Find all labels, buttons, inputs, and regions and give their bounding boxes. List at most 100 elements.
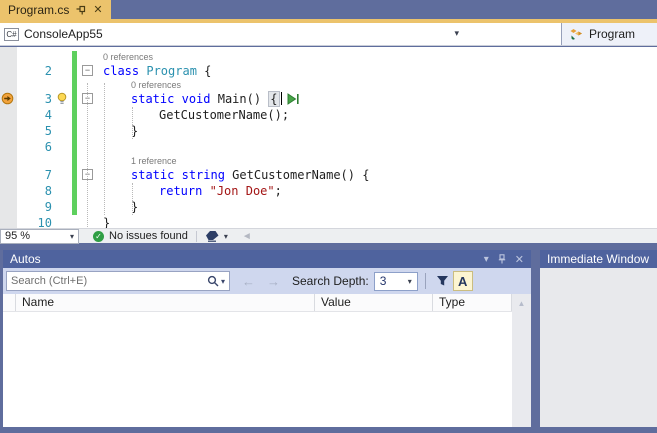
- pin-icon[interactable]: [76, 5, 86, 15]
- column-header-gutter[interactable]: [3, 294, 16, 311]
- line-number[interactable]: 2: [17, 63, 55, 79]
- code-text[interactable]: GetCustomerName();: [97, 107, 657, 123]
- project-dropdown[interactable]: C# ConsoleApp55 ▾: [0, 23, 561, 45]
- code-text[interactable]: static void Main() {: [97, 91, 657, 107]
- breakpoint-margin[interactable]: [0, 91, 17, 107]
- line-number[interactable]: 4: [17, 107, 55, 123]
- code-line-2[interactable]: 2 −class Program {: [0, 63, 657, 79]
- search-back-icon[interactable]: ←: [242, 274, 255, 289]
- code-text[interactable]: }: [97, 215, 657, 228]
- code-text[interactable]: }: [97, 123, 657, 139]
- column-header-name[interactable]: Name: [16, 294, 315, 311]
- chevron-down-icon: ▾: [408, 277, 412, 286]
- chevron-down-icon[interactable]: ▾: [221, 277, 225, 286]
- codelens-text[interactable]: 0 references: [97, 51, 657, 63]
- line-number[interactable]: [17, 79, 55, 91]
- hscroll-left-arrow-icon[interactable]: ◄: [242, 231, 252, 242]
- member-dropdown[interactable]: Program: [561, 23, 657, 45]
- window-position-icon[interactable]: ▾: [484, 254, 489, 265]
- autos-title: Autos: [10, 252, 41, 266]
- change-tracking-margin: [70, 107, 79, 123]
- line-number[interactable]: 3: [17, 91, 55, 107]
- column-header-type[interactable]: Type: [433, 294, 512, 311]
- close-icon[interactable]: ✕: [93, 3, 102, 16]
- filter-button[interactable]: [433, 271, 453, 291]
- zoom-level-dropdown[interactable]: 95 % ▾: [0, 229, 79, 244]
- line-number[interactable]: 5: [17, 123, 55, 139]
- code-text[interactable]: class Program {: [97, 63, 657, 79]
- breakpoint-margin[interactable]: [0, 63, 17, 79]
- text-caret: [281, 92, 282, 105]
- codelens-row[interactable]: 0 references: [0, 51, 657, 63]
- code-text[interactable]: static string GetCustomerName() {: [97, 167, 657, 183]
- codelens-text[interactable]: 1 reference: [97, 155, 657, 167]
- code-line-3[interactable]: 3−static void Main() {: [0, 91, 657, 107]
- collapse-region-button[interactable]: −: [82, 65, 93, 76]
- health-message[interactable]: No issues found: [109, 230, 188, 242]
- search-icon[interactable]: [207, 275, 219, 287]
- quick-actions-slot: [55, 51, 70, 63]
- breakpoint-margin[interactable]: [0, 51, 17, 63]
- search-box[interactable]: ▾: [6, 271, 230, 291]
- breakpoint-margin[interactable]: [0, 123, 17, 139]
- grid-body[interactable]: [3, 312, 512, 427]
- quick-actions-slot: [55, 155, 70, 167]
- token-pl: GetCustomerName() {: [225, 168, 370, 182]
- code-editor[interactable]: 0 references 2 −class Program {0 reference…: [0, 47, 657, 228]
- code-line-8[interactable]: 8 return "Jon Doe";: [0, 183, 657, 199]
- breakpoint-margin[interactable]: [0, 79, 17, 91]
- line-number[interactable]: [17, 51, 55, 63]
- breakpoint-margin[interactable]: [0, 199, 17, 215]
- code-line-4[interactable]: 4 GetCustomerName();: [0, 107, 657, 123]
- close-icon[interactable]: ✕: [515, 253, 524, 266]
- pin-icon[interactable]: [498, 254, 506, 264]
- code-text[interactable]: return "Jon Doe";: [97, 183, 657, 199]
- chevron-down-icon[interactable]: ▾: [454, 28, 459, 39]
- immediate-content[interactable]: [540, 268, 657, 427]
- breakpoint-margin[interactable]: [0, 155, 17, 167]
- token-pl: [202, 184, 209, 198]
- chevron-down-icon[interactable]: ▾: [224, 232, 228, 241]
- tab-strip: Program.cs ✕: [0, 0, 657, 19]
- editor-rows: 0 references 2 −class Program {0 reference…: [0, 51, 657, 228]
- line-number[interactable]: 9: [17, 199, 55, 215]
- breakpoint-margin[interactable]: [0, 183, 17, 199]
- column-header-value[interactable]: Value: [315, 294, 433, 311]
- codelens-row[interactable]: 1 reference: [0, 155, 657, 167]
- change-tracking-margin: [70, 51, 79, 63]
- scroll-up-icon[interactable]: ▲: [512, 294, 531, 308]
- folding-margin: [79, 51, 97, 63]
- vertical-scrollbar[interactable]: ▲: [512, 294, 531, 427]
- code-line-5[interactable]: 5}: [0, 123, 657, 139]
- line-number[interactable]: 7: [17, 167, 55, 183]
- code-cleanup-icon[interactable]: [205, 230, 220, 242]
- lightbulb-icon[interactable]: [56, 92, 68, 105]
- code-text[interactable]: [97, 139, 657, 155]
- breakpoint-margin[interactable]: [0, 215, 17, 228]
- codelens-text[interactable]: 0 references: [97, 79, 657, 91]
- breakpoint-margin[interactable]: [0, 107, 17, 123]
- search-depth-dropdown[interactable]: 3 ▾: [374, 272, 418, 291]
- code-line-9[interactable]: 9}: [0, 199, 657, 215]
- text-format-toggle-button[interactable]: A: [453, 271, 473, 291]
- folding-margin: [79, 107, 97, 123]
- search-input[interactable]: [11, 275, 207, 287]
- breakpoint-margin[interactable]: [0, 139, 17, 155]
- code-text[interactable]: }: [97, 199, 657, 215]
- breakpoint-margin[interactable]: [0, 167, 17, 183]
- line-number[interactable]: 6: [17, 139, 55, 155]
- token-kw: void: [182, 92, 211, 106]
- tab-program-cs[interactable]: Program.cs ✕: [0, 0, 111, 19]
- code-line-6[interactable]: 6: [0, 139, 657, 155]
- line-number[interactable]: 8: [17, 183, 55, 199]
- search-forward-icon[interactable]: →: [267, 274, 280, 289]
- current-statement-icon[interactable]: [1, 92, 14, 105]
- token-kw: static: [131, 168, 174, 182]
- code-line-7[interactable]: 7−static string GetCustomerName() {: [0, 167, 657, 183]
- code-line-10[interactable]: 10}: [0, 215, 657, 228]
- line-number[interactable]: [17, 155, 55, 167]
- line-number[interactable]: 10: [17, 215, 55, 228]
- run-to-click-icon[interactable]: [286, 93, 301, 105]
- codelens-row[interactable]: 0 references: [0, 79, 657, 91]
- filter-icon: [436, 275, 449, 287]
